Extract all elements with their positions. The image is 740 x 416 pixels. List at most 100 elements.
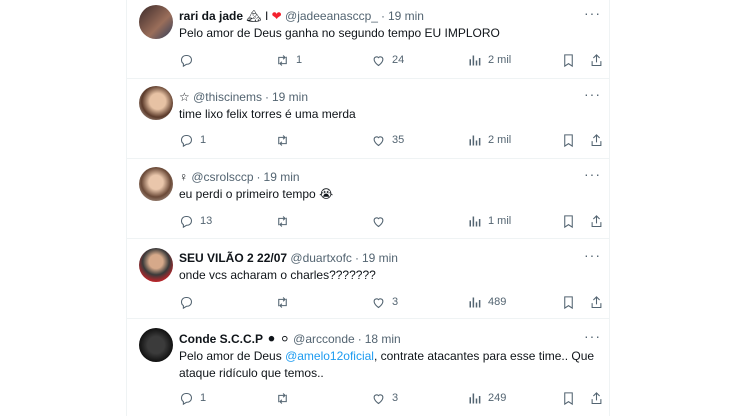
views-button[interactable]: 489 (467, 292, 506, 312)
more-options-icon[interactable]: ··· (584, 86, 601, 102)
bookmark-button[interactable] (561, 130, 576, 150)
heart-outline-icon (373, 135, 384, 146)
avatar[interactable] (139, 167, 173, 201)
share-button[interactable] (589, 211, 604, 231)
views-chart-icon (469, 55, 481, 65)
timestamp[interactable]: 19 min (264, 170, 300, 184)
bookmark-icon (564, 214, 573, 228)
avatar[interactable] (139, 86, 173, 120)
like-button[interactable]: 24 (371, 50, 404, 70)
retweet-button[interactable] (275, 130, 290, 150)
like-count: 3 (392, 296, 399, 308)
bookmark-icon (564, 53, 573, 67)
bookmark-icon (564, 391, 573, 405)
timestamp[interactable]: 19 min (272, 90, 308, 104)
retweet-icon (278, 134, 287, 146)
tweet[interactable]: rari da jade 🏔 I ❤ @jadeeanasccp_ · 19 min… (127, 0, 609, 79)
mention-link[interactable]: @amelo12oficial (285, 349, 374, 363)
more-options-icon[interactable]: ··· (584, 5, 601, 21)
retweet-icon (278, 54, 287, 66)
views-chart-icon (469, 393, 481, 403)
views-chart-icon (469, 297, 481, 307)
views-button[interactable]: 249 (467, 388, 506, 408)
retweet-button[interactable] (275, 388, 290, 408)
tweet-text: Pelo amor de Deus ganha no segundo tempo… (179, 26, 500, 40)
views-chart-icon (469, 135, 481, 145)
bookmark-button[interactable] (561, 211, 576, 231)
retweet-button[interactable] (275, 211, 290, 231)
views-button[interactable]: 2 mil (467, 130, 511, 150)
views-chart-icon (469, 216, 481, 226)
timestamp[interactable]: 19 min (388, 9, 424, 23)
reply-count: 1 (200, 392, 207, 404)
avatar[interactable] (139, 5, 173, 39)
tweet-header: ☆ @thiscinems · 19 min (179, 90, 309, 104)
avatar[interactable] (139, 248, 173, 282)
more-options-icon[interactable]: ··· (584, 247, 601, 263)
timestamp[interactable]: 18 min (365, 332, 401, 346)
tweet-text: onde vcs acharam o charles??????? (179, 268, 376, 282)
name-emoji: 🏔 I (246, 9, 269, 23)
share-button[interactable] (589, 130, 604, 150)
reply-icon (180, 296, 193, 309)
share-icon (591, 214, 602, 227)
handle[interactable]: @thiscinems (193, 90, 262, 104)
reply-button[interactable]: 1 (179, 388, 206, 408)
view-count: 489 (488, 296, 507, 308)
like-button[interactable]: 3 (371, 388, 398, 408)
bookmark-button[interactable] (561, 50, 576, 70)
timestamp[interactable]: 19 min (362, 251, 398, 265)
share-icon (591, 133, 602, 146)
bookmark-button[interactable] (561, 388, 576, 408)
display-name[interactable]: SEU VILÃO 2 22/07 (179, 251, 287, 265)
reply-button[interactable]: 1 (179, 130, 206, 150)
tweet-text: eu perdi o primeiro tempo 😭 (179, 187, 334, 201)
retweet-icon (278, 296, 287, 308)
retweet-button[interactable] (275, 292, 290, 312)
view-count: 2 mil (488, 54, 512, 66)
reply-icon (180, 134, 193, 147)
display-name[interactable]: rari da jade (179, 9, 243, 23)
tweet-header: SEU VILÃO 2 22/07 @duartxofc · 19 min (179, 251, 398, 265)
tweet[interactable]: ☆ @thiscinems · 19 min ··· time lixo felix… (127, 78, 609, 159)
like-button[interactable] (371, 211, 386, 231)
tweet[interactable]: ♀ @csrolsccp · 19 min ··· eu perdi o prime… (127, 158, 609, 239)
retweet-count: 1 (296, 54, 303, 66)
reply-button[interactable]: 13 (179, 211, 212, 231)
views-button[interactable]: 2 mil (467, 50, 511, 70)
tweet-text: Pelo amor de Deus @amelo12oficial, contr… (179, 349, 595, 380)
share-button[interactable] (589, 292, 604, 312)
tweet[interactable]: Conde S.C.C.P ⚫ ⚪ @arcconde · 18 min ··· P… (127, 318, 609, 416)
like-button[interactable]: 3 (371, 292, 398, 312)
like-button[interactable]: 35 (371, 130, 404, 150)
share-icon (591, 53, 602, 66)
share-button[interactable] (589, 388, 604, 408)
heart-outline-icon (373, 297, 384, 308)
retweet-button[interactable]: 1 (275, 50, 302, 70)
heart-outline-icon (373, 393, 384, 404)
team-colors-emoji: ⚫ ⚪ (266, 332, 290, 346)
handle[interactable]: @arcconde (293, 332, 355, 346)
more-options-icon[interactable]: ··· (584, 166, 601, 182)
avatar[interactable] (139, 328, 173, 362)
handle[interactable]: @csrolsccp (191, 170, 253, 184)
reply-icon (180, 392, 193, 405)
tweet[interactable]: SEU VILÃO 2 22/07 @duartxofc · 19 min ··· … (127, 238, 609, 319)
handle[interactable]: @duartxofc (290, 251, 352, 265)
bookmark-icon (564, 133, 573, 147)
view-count: 249 (488, 392, 507, 404)
more-options-icon[interactable]: ··· (584, 328, 601, 344)
views-button[interactable]: 1 mil (467, 211, 511, 231)
bookmark-button[interactable] (561, 292, 576, 312)
bookmark-icon (564, 295, 573, 309)
display-name[interactable]: Conde S.C.C.P (179, 332, 263, 346)
handle[interactable]: @jadeeanasccp_ (285, 9, 378, 23)
reply-button[interactable] (179, 50, 194, 70)
like-count: 3 (392, 392, 399, 404)
share-button[interactable] (589, 50, 604, 70)
reply-count: 1 (200, 134, 207, 146)
reply-button[interactable] (179, 292, 194, 312)
view-count: 1 mil (488, 215, 512, 227)
share-icon (591, 295, 602, 308)
heart-icon: ❤ (271, 9, 282, 23)
